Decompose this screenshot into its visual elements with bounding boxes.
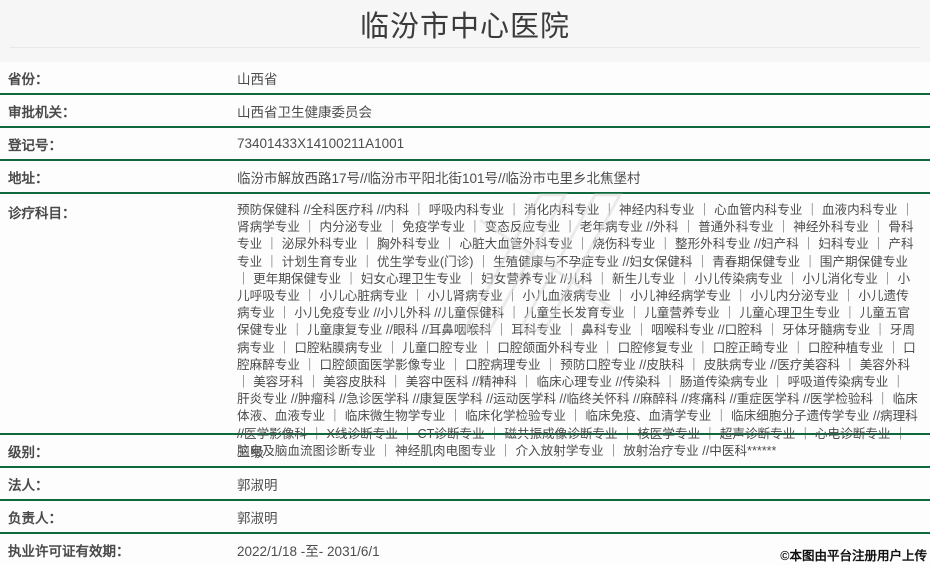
header-divider: [10, 47, 920, 48]
table-row-level: 级别： 三级: [0, 435, 930, 468]
page-header: 临汾市中心医院: [0, 0, 930, 62]
table-row-departments: 诊疗科目： 预防保健科 //全科医疗科 //内科 ｜ 呼吸内科专业 ｜ 消化内科…: [0, 194, 930, 435]
row-label: 诊疗科目：: [0, 202, 237, 222]
table-row-registration-number: 登记号： 73401433X14100211A1001: [0, 128, 930, 161]
row-label: 负责人：: [0, 507, 237, 527]
row-value: 预防保健科 //全科医疗科 //内科 ｜ 呼吸内科专业 ｜ 消化内科专业 ｜ 神…: [237, 202, 930, 460]
row-label: 地址：: [0, 167, 237, 187]
hospital-info-table: 省份： 山西省 审批机关： 山西省卫生健康委员会 登记号： 73401433X1…: [0, 62, 930, 565]
table-row-province: 省份： 山西省: [0, 62, 930, 95]
table-row-address: 地址： 临汾市解放西路17号//临汾市平阳北街101号//临汾市屯里乡北焦堡村: [0, 161, 930, 194]
row-label: 级别：: [0, 441, 237, 461]
row-value: 三级: [237, 441, 930, 461]
row-value: 郭淑明: [237, 474, 930, 494]
row-value: 山西省卫生健康委员会: [237, 101, 930, 121]
hospital-info-page: 临汾市中心医院 省份： 山西省 审批机关： 山西省卫生健康委员会 登记号： 73…: [0, 0, 930, 565]
row-value: 临汾市解放西路17号//临汾市平阳北街101号//临汾市屯里乡北焦堡村: [237, 167, 930, 187]
table-row-approval-authority: 审批机关： 山西省卫生健康委员会: [0, 95, 930, 128]
table-row-legal-person: 法人： 郭淑明: [0, 468, 930, 501]
page-title: 临汾市中心医院: [360, 3, 570, 45]
row-label: 法人：: [0, 474, 237, 494]
title-wrap: 临汾市中心医院: [0, 0, 930, 47]
row-label: 省份：: [0, 68, 237, 88]
row-label: 执业许可证有效期：: [0, 540, 237, 560]
table-row-person-in-charge: 负责人： 郭淑明: [0, 501, 930, 534]
row-value: 73401433X14100211A1001: [237, 136, 930, 151]
row-value: 郭淑明: [237, 507, 930, 527]
uploader-copyright-stamp: ©本图由平台注册用户上传: [780, 545, 927, 564]
row-label: 审批机关：: [0, 101, 237, 121]
row-value: 山西省: [237, 68, 930, 88]
row-label: 登记号：: [0, 134, 237, 154]
